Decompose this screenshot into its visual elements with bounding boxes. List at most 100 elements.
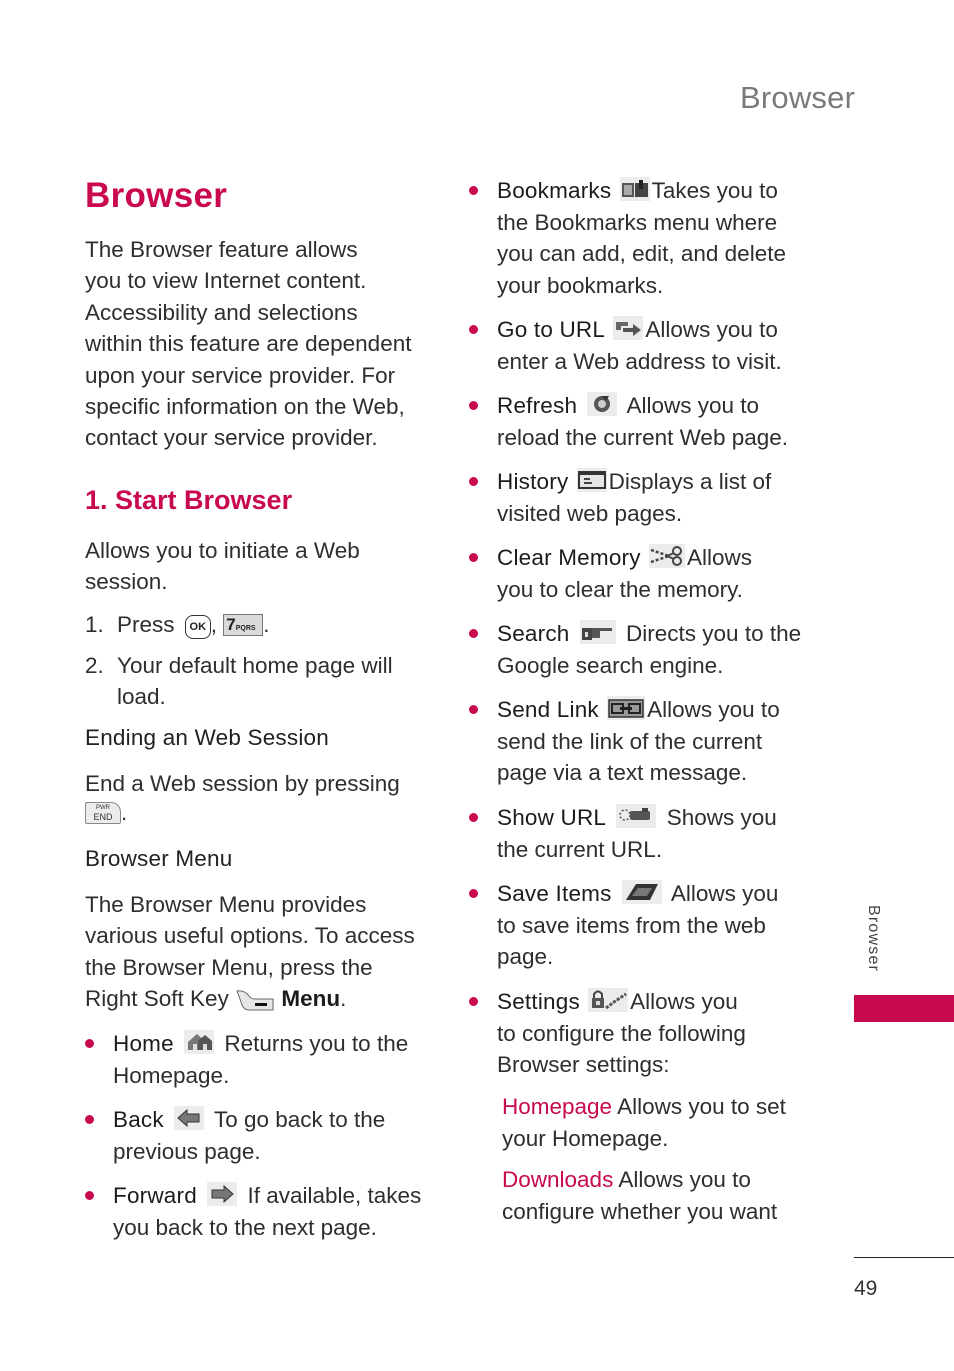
item-desc: send the link of the current bbox=[497, 728, 763, 754]
intro-line: Accessibility and selections bbox=[85, 299, 358, 325]
item-desc: visited web pages. bbox=[497, 500, 683, 526]
item-label: Home bbox=[113, 1031, 174, 1056]
intro-line: you to view Internet content. bbox=[85, 268, 367, 294]
step-2: 2. Your default home page will load. bbox=[85, 650, 393, 709]
item-desc: page via a text message. bbox=[497, 760, 748, 785]
bullet-dot bbox=[469, 705, 478, 714]
menu-keyword: Menu bbox=[281, 986, 341, 1012]
section-heading-start-browser: 1. Start Browser bbox=[85, 485, 293, 515]
back-arrow-icon bbox=[174, 1106, 205, 1130]
pointing-hand-icon bbox=[579, 620, 616, 644]
pwr-end-key-icon: PWR END bbox=[85, 802, 121, 825]
intro-line: contact your service provider. bbox=[85, 425, 378, 451]
save-items-icon bbox=[621, 880, 662, 904]
bullet-dot bbox=[469, 553, 478, 562]
setting-desc: Allows you to bbox=[618, 1167, 751, 1192]
item-desc: previous page. bbox=[113, 1138, 261, 1164]
bullet-dot bbox=[469, 325, 478, 334]
item-desc: you back to the next page. bbox=[113, 1214, 377, 1240]
menu-item-search: Search Directs you to the Google search … bbox=[469, 618, 827, 681]
item-label: History bbox=[497, 469, 569, 494]
item-desc: Allows you to bbox=[626, 393, 760, 418]
menu-text-line: The Browser Menu provides bbox=[85, 892, 367, 917]
item-desc: you to clear the memory. bbox=[497, 576, 743, 602]
item-desc: Shows you bbox=[666, 805, 777, 830]
page-number: 49 bbox=[854, 1277, 878, 1300]
item-desc: the Bookmarks menu where bbox=[497, 209, 778, 235]
item-desc: Allows you bbox=[630, 989, 738, 1014]
key-7-digit: 7 bbox=[226, 615, 236, 634]
step-text: load. bbox=[117, 684, 166, 710]
item-desc: the current URL. bbox=[497, 836, 663, 862]
bullet-dot bbox=[469, 401, 478, 410]
setting-homepage: Homepage Allows you to set your Homepage… bbox=[502, 1091, 832, 1154]
menu-item-bookmarks: Bookmarks Takes you to the Bookmarks men… bbox=[469, 175, 827, 301]
item-label: Send Link bbox=[497, 697, 599, 722]
item-label: Back bbox=[113, 1107, 164, 1132]
step-text: Press bbox=[117, 612, 175, 637]
item-desc: Allows you bbox=[670, 881, 779, 906]
item-desc: your bookmarks. bbox=[497, 272, 664, 298]
item-label: Go to URL bbox=[497, 317, 606, 342]
right-soft-key-icon bbox=[236, 990, 274, 1011]
item-desc: to save items from the web bbox=[497, 912, 766, 938]
bullet-dot bbox=[469, 813, 478, 822]
item-desc: reload the current Web page. bbox=[497, 424, 789, 450]
step-number: 2. bbox=[85, 653, 104, 678]
item-desc: Allows you to bbox=[647, 697, 780, 722]
item-desc: Google search engine. bbox=[497, 652, 724, 678]
item-label: Settings bbox=[497, 989, 580, 1014]
browser-menu-text: The Browser Menu provides various useful… bbox=[85, 889, 445, 1015]
bullet-dot bbox=[85, 1115, 94, 1124]
setting-desc: Allows you to set bbox=[617, 1094, 786, 1119]
bullet-dot bbox=[469, 889, 478, 898]
setting-downloads: Downloads Allows you to configure whethe… bbox=[502, 1164, 832, 1227]
chain-link-icon bbox=[607, 696, 646, 720]
intro-line: The Browser feature allows bbox=[85, 237, 358, 262]
page-title: Browser bbox=[85, 176, 228, 215]
setting-desc: your Homepage. bbox=[502, 1125, 669, 1151]
setting-label: Homepage bbox=[502, 1094, 613, 1119]
item-label: Clear Memory bbox=[497, 545, 641, 570]
item-label: Forward bbox=[113, 1183, 197, 1208]
desc-line: Allows you to initiate a Web bbox=[85, 538, 360, 563]
history-icon bbox=[576, 468, 607, 492]
go-to-url-icon bbox=[613, 316, 644, 340]
setting-label: Downloads bbox=[502, 1167, 614, 1192]
ending-text-line: End a Web session by pressing bbox=[85, 771, 400, 796]
intro-line: within this feature are dependent bbox=[85, 331, 412, 357]
side-tab-label: Browser bbox=[865, 905, 882, 973]
bookmarks-icon bbox=[619, 177, 650, 201]
item-desc: to configure the following bbox=[497, 1020, 746, 1046]
ok-key-icon: OK bbox=[184, 615, 211, 639]
menu-item-go-to-url: Go to URL Allows you to enter a Web addr… bbox=[469, 314, 827, 377]
item-label: Search bbox=[497, 621, 570, 646]
item-desc: Returns you to the bbox=[224, 1031, 409, 1056]
key-7-letters: PQRS bbox=[235, 625, 256, 632]
item-desc: Browser settings: bbox=[497, 1052, 670, 1077]
running-header: Browser bbox=[740, 80, 856, 115]
intro-line: specific information on the Web, bbox=[85, 394, 405, 420]
step-1: 1. Press OK, 7PQRS. bbox=[85, 609, 270, 640]
item-desc: Takes you to bbox=[651, 178, 778, 203]
scissors-icon bbox=[648, 544, 685, 568]
menu-text-line: the Browser Menu, press the bbox=[85, 954, 373, 980]
menu-item-history: History Displays a list of visited web p… bbox=[469, 466, 827, 529]
bullet-dot bbox=[85, 1191, 94, 1200]
item-label: Save Items bbox=[497, 881, 612, 906]
home-icon bbox=[184, 1030, 215, 1054]
setting-desc: configure whether you want bbox=[502, 1198, 778, 1224]
footer-divider bbox=[854, 1257, 954, 1259]
item-desc: To go back to the bbox=[213, 1107, 386, 1132]
bullet-dot bbox=[85, 1039, 94, 1048]
browser-menu-heading: Browser Menu bbox=[85, 846, 233, 871]
item-desc: Homepage. bbox=[113, 1062, 230, 1088]
item-label: Bookmarks bbox=[497, 178, 612, 203]
key-bottom-label: END bbox=[93, 812, 113, 823]
bullet-dot bbox=[469, 477, 478, 486]
menu-item-back: Back To go back to the previous page. bbox=[85, 1104, 443, 1167]
step-text: Your default home page will bbox=[117, 653, 393, 678]
item-desc: If available, takes bbox=[247, 1183, 422, 1208]
menu-item-refresh: Refresh Allows you to reload the current… bbox=[469, 390, 827, 453]
item-desc: page. bbox=[497, 944, 554, 969]
